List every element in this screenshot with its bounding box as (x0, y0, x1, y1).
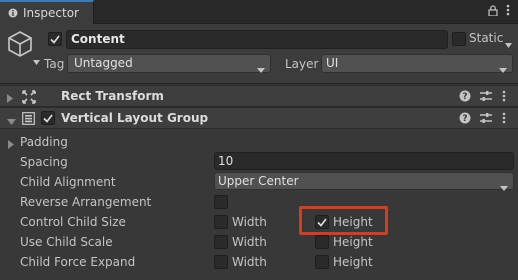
chevron-down-icon (33, 54, 40, 68)
svg-text:?: ? (462, 92, 467, 102)
chevron-down-icon (500, 179, 508, 195)
presets-icon[interactable] (480, 90, 492, 102)
static-checkbox[interactable] (452, 32, 466, 46)
component-title: Rect Transform (61, 89, 164, 103)
child-force-expand-height-checkbox[interactable] (315, 255, 329, 269)
tab-inspector[interactable]: Inspector (0, 0, 94, 24)
tag-value: Untagged (74, 56, 133, 70)
tag-label: Tag (44, 57, 65, 71)
help-icon[interactable]: ? (459, 112, 471, 124)
spacing-field[interactable]: 10 (214, 152, 514, 170)
child-force-expand-width-checkbox[interactable] (214, 255, 228, 269)
use-child-scale-width-checkbox[interactable] (214, 235, 228, 249)
chevron-down-icon (499, 61, 507, 78)
control-child-size-label: Control Child Size (20, 215, 126, 229)
more-menu-icon[interactable] (502, 90, 506, 102)
active-checkbox[interactable] (48, 32, 62, 46)
vertical-layout-icon (22, 112, 35, 125)
padding-fold-arrow-icon[interactable] (8, 138, 14, 152)
fold-arrow-icon[interactable] (7, 92, 13, 106)
component-enabled-checkbox[interactable] (41, 111, 55, 125)
tab-bar: Inspector (0, 0, 518, 24)
padding-label[interactable]: Padding (20, 135, 68, 149)
more-menu-icon[interactable] (502, 112, 506, 124)
static-label: Static (469, 31, 504, 45)
child-force-expand-label: Child Force Expand (20, 255, 136, 269)
gameobject-cube-icon[interactable] (7, 30, 40, 65)
use-child-scale-height-label: Height (333, 235, 373, 249)
spacing-label: Spacing (20, 155, 68, 169)
child-alignment-value: Upper Center (218, 174, 299, 188)
tab-title: Inspector (23, 6, 79, 20)
tag-dropdown[interactable]: Untagged (67, 54, 271, 73)
fold-arrow-icon[interactable] (7, 114, 16, 128)
reverse-arrangement-label: Reverse Arrangement (20, 195, 152, 209)
component-header-rect-transform[interactable]: Rect Transform ? (0, 85, 518, 107)
component-title: Vertical Layout Group (61, 111, 209, 125)
child-alignment-dropdown[interactable]: Upper Center (214, 172, 514, 191)
rect-transform-icon (22, 90, 36, 104)
child-force-expand-width-label: Width (232, 255, 267, 269)
object-name-field[interactable]: Content (66, 30, 448, 49)
layer-value: UI (326, 56, 339, 70)
chevron-down-icon[interactable] (505, 37, 512, 51)
layer-label: Layer (285, 57, 319, 71)
layer-dropdown[interactable]: UI (321, 54, 513, 73)
chevron-down-icon (257, 61, 265, 78)
component-header-vertical-layout-group[interactable]: Vertical Layout Group ? (0, 107, 518, 129)
svg-text:?: ? (462, 114, 467, 124)
gameobject-header: Content Static Tag Untagged Layer UI (0, 24, 518, 84)
control-child-size-width-label: Width (232, 215, 267, 229)
use-child-scale-height-checkbox[interactable] (315, 235, 329, 249)
lock-icon[interactable] (488, 4, 498, 16)
presets-icon[interactable] (480, 112, 492, 124)
child-alignment-label: Child Alignment (20, 175, 116, 189)
more-menu-icon[interactable] (506, 4, 510, 16)
use-child-scale-label: Use Child Scale (20, 235, 113, 249)
info-icon (8, 8, 18, 18)
help-icon[interactable]: ? (459, 90, 471, 102)
highlight-box (299, 206, 388, 235)
reverse-arrangement-checkbox[interactable] (214, 195, 228, 209)
control-child-size-width-checkbox[interactable] (214, 215, 228, 229)
use-child-scale-width-label: Width (232, 235, 267, 249)
child-force-expand-height-label: Height (333, 255, 373, 269)
